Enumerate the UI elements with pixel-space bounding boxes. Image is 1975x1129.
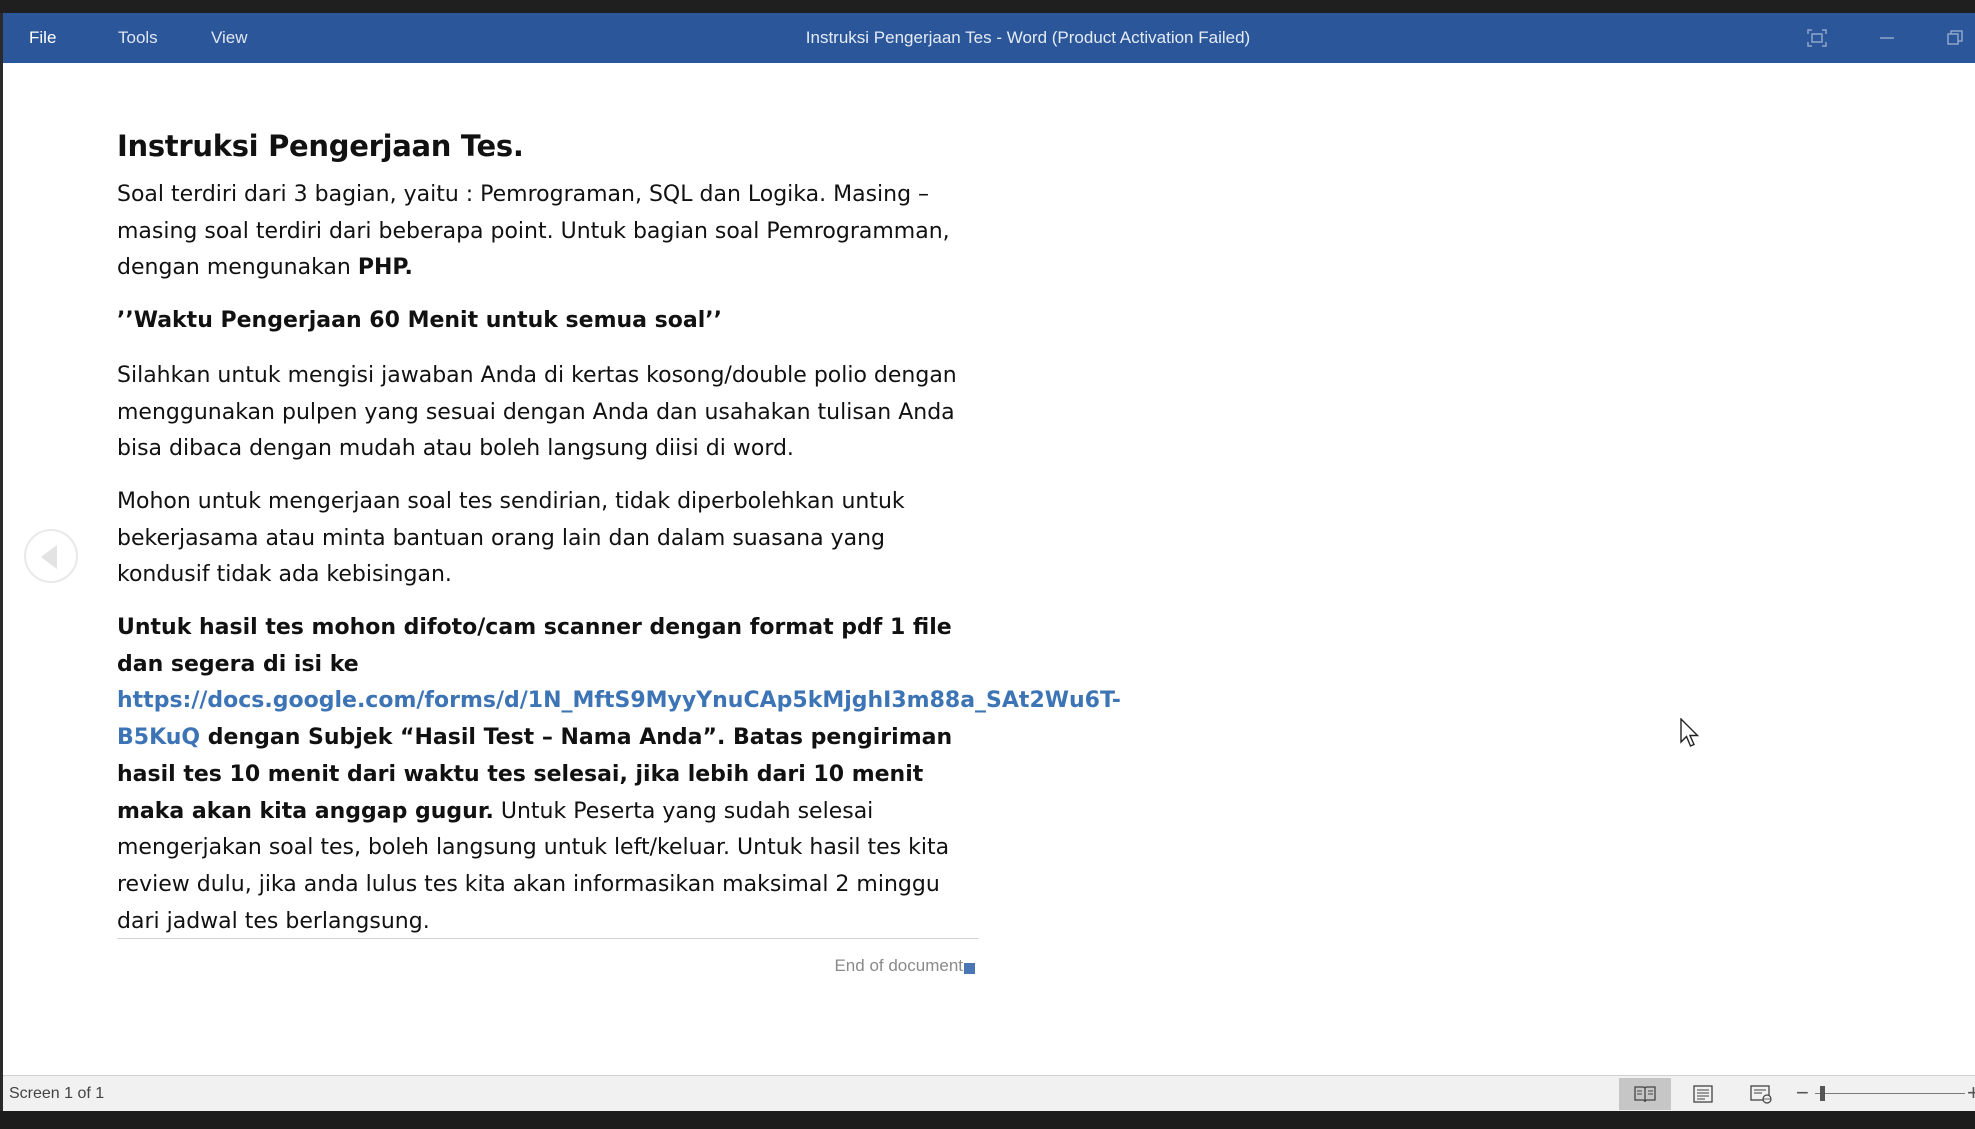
end-of-document-label: End of document [834, 956, 963, 975]
screen-top-border [0, 0, 1975, 13]
zoom-in-button[interactable]: + [1967, 1076, 1975, 1112]
document-canvas: Instruksi Pengerjaan Tes. Soal terdiri d… [3, 63, 1975, 1075]
restore-icon[interactable] [1946, 13, 1964, 63]
paragraph-submission: Untuk hasil tes mohon difoto/cam scanner… [117, 610, 1121, 940]
document-body: Instruksi Pengerjaan Tes. Soal terdiri d… [117, 129, 1121, 956]
time-limit-quote: ’’Waktu Pengerjaan 60 Menit untuk semua … [117, 308, 722, 334]
paragraph-work-alone: Mohon untuk mengerjaan soal tes sendiria… [117, 488, 905, 588]
screen-bottom-border [0, 1111, 1975, 1129]
php-keyword: PHP. [357, 255, 413, 281]
print-layout-icon [1693, 1085, 1713, 1103]
submission-intro: Untuk hasil tes mohon difoto/cam scanner… [117, 615, 952, 677]
focus-mode-icon[interactable] [1807, 13, 1827, 63]
read-mode-icon [1634, 1086, 1656, 1103]
minimize-icon[interactable] [1878, 13, 1896, 63]
end-of-document-rule [117, 938, 979, 939]
web-layout-button[interactable] [1735, 1078, 1787, 1110]
paragraph-answer-instructions: Silahkan untuk mengisi jawaban Anda di k… [117, 362, 957, 462]
paragraph-sections: Soal terdiri dari 3 bagian, yaitu : Pemr… [117, 182, 950, 281]
end-of-document-marker [964, 963, 975, 974]
read-mode-button[interactable] [1619, 1078, 1671, 1110]
zoom-out-button[interactable]: − [1796, 1076, 1809, 1112]
print-layout-button[interactable] [1677, 1078, 1729, 1110]
zoom-slider[interactable] [1815, 1093, 1965, 1094]
screen-page-indicator: Screen 1 of 1 [9, 1085, 105, 1102]
zoom-slider-thumb[interactable] [1820, 1086, 1825, 1101]
web-layout-icon [1750, 1085, 1772, 1104]
previous-screen-icon[interactable] [24, 529, 78, 583]
mouse-cursor-icon [1680, 718, 1700, 747]
window-title: Instruksi Pengerjaan Tes - Word (Product… [805, 28, 1251, 47]
document-heading: Instruksi Pengerjaan Tes. [117, 129, 524, 163]
status-bar: Screen 1 of 1 − + [3, 1075, 1975, 1112]
title-bar: File Tools View Instruksi Pengerjaan Tes… [3, 13, 1975, 63]
